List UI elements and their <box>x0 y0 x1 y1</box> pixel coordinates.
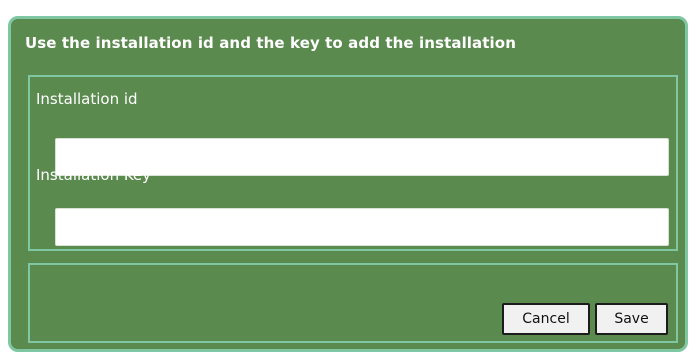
installation-key-input[interactable] <box>55 208 669 246</box>
cancel-button[interactable]: Cancel <box>502 303 590 335</box>
save-button[interactable]: Save <box>595 303 668 335</box>
add-installation-dialog: Use the installation id and the key to a… <box>8 16 688 352</box>
installation-key-label: Installation Key <box>36 166 152 184</box>
dialog-title: Use the installation id and the key to a… <box>25 34 516 52</box>
installation-id-label: Installation id <box>36 90 138 108</box>
